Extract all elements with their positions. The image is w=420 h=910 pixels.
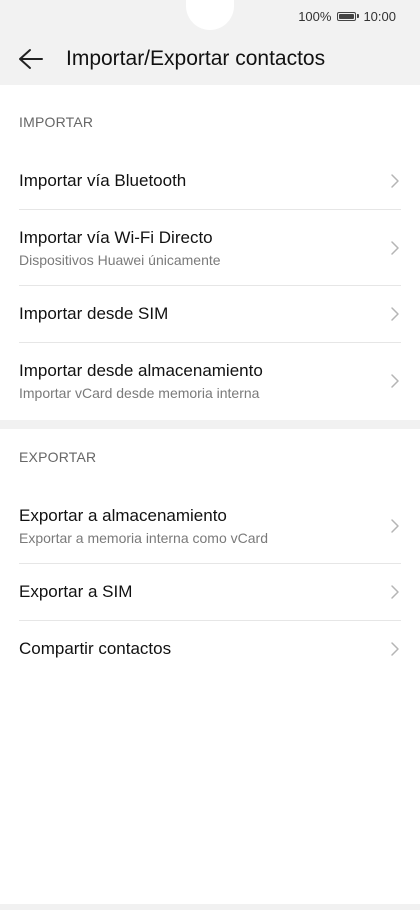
item-label: Importar vía Bluetooth: [19, 171, 187, 190]
back-button[interactable]: [0, 38, 62, 80]
item-subtitle: Exportar a memoria interna como vCard: [19, 529, 268, 546]
app-bar: Importar/Exportar contactos: [0, 38, 420, 80]
chevron-right-icon: [391, 240, 399, 255]
clock: 10:00: [363, 8, 396, 24]
menu-item-export-sim[interactable]: Exportar a SIM: [0, 564, 420, 620]
battery-icon: [337, 11, 360, 21]
item-subtitle: Importar vCard desde memoria interna: [19, 384, 260, 401]
item-label: Importar desde SIM: [19, 304, 169, 323]
bottom-edge: [0, 904, 420, 910]
arrow-left-icon: [19, 49, 43, 69]
section-gap: [0, 420, 420, 429]
menu-item-import-sim[interactable]: Importar desde SIM: [0, 286, 420, 342]
page-title: Importar/Exportar contactos: [66, 47, 326, 70]
screen: 100% 10:00 Importar/Exportar contactos I…: [0, 0, 420, 910]
section-header-export: EXPORTAR: [19, 449, 97, 465]
menu-item-import-bluetooth[interactable]: Importar vía Bluetooth: [0, 153, 420, 209]
item-label: Importar vía Wi-Fi Directo: [19, 227, 213, 247]
status-bar: 100% 10:00: [298, 7, 396, 25]
menu-item-import-wifi-direct[interactable]: Importar vía Wi-Fi Directo Dispositivos …: [0, 210, 420, 285]
chevron-right-icon: [391, 518, 399, 533]
battery-percent: 100%: [298, 8, 332, 24]
item-label: Exportar a almacenamiento: [19, 505, 227, 525]
chevron-right-icon: [391, 307, 399, 321]
item-subtitle: Dispositivos Huawei únicamente: [19, 251, 221, 268]
chevron-right-icon: [391, 642, 399, 656]
item-label: Importar desde almacenamiento: [19, 360, 263, 380]
header-area: 100% 10:00 Importar/Exportar contactos: [0, 0, 420, 85]
chevron-right-icon: [391, 174, 399, 188]
menu-item-import-storage[interactable]: Importar desde almacenamiento Importar v…: [0, 343, 420, 418]
camera-notch: [186, 0, 234, 30]
item-label: Compartir contactos: [19, 639, 172, 658]
chevron-right-icon: [391, 373, 399, 388]
item-label: Exportar a SIM: [19, 582, 133, 601]
menu-item-export-storage[interactable]: Exportar a almacenamiento Exportar a mem…: [0, 488, 420, 563]
chevron-right-icon: [391, 585, 399, 599]
menu-item-share-contacts[interactable]: Compartir contactos: [0, 621, 420, 677]
section-header-import: IMPORTAR: [19, 114, 94, 130]
